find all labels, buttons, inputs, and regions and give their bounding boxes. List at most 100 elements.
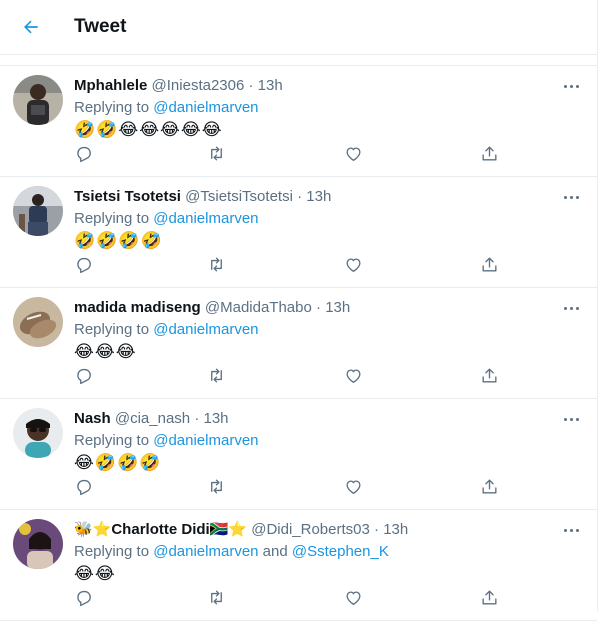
share-button[interactable] [480, 477, 500, 497]
comment-icon [77, 368, 91, 385]
tweet-text: 😂😂 [74, 564, 116, 584]
tweet-time[interactable]: 13h [325, 299, 350, 316]
like-button[interactable] [344, 366, 364, 386]
tweet-actions [74, 144, 504, 164]
mention-link[interactable]: @danielmarven [153, 321, 258, 338]
author-handle[interactable]: @Didi_Roberts03 [251, 521, 370, 538]
tweet-content: Tsietsi Tsotetsi @TsietsiTsotetsi · 13h … [74, 187, 557, 252]
mention-link[interactable]: @danielmarven [153, 99, 258, 116]
tweet-actions [74, 477, 504, 497]
tweet-text: 😂😂😂 [74, 342, 137, 362]
retweet-button[interactable] [207, 366, 227, 386]
heart-icon [346, 147, 361, 161]
mention-link[interactable]: @danielmarven [153, 543, 258, 560]
retweet-button[interactable] [207, 144, 227, 164]
more-button[interactable] [559, 411, 583, 427]
retweet-icon [211, 479, 222, 494]
author-name[interactable]: Tsietsi Tsotetsi [74, 188, 181, 205]
reply-button[interactable] [74, 144, 94, 164]
retweet-button[interactable] [207, 255, 227, 275]
tweet-time[interactable]: 13h [258, 77, 283, 94]
author-handle[interactable]: @TsietsiTsotetsi [185, 188, 293, 205]
like-button[interactable] [344, 588, 364, 608]
share-icon [482, 590, 497, 605]
share-button[interactable] [480, 366, 500, 386]
section-divider [0, 55, 597, 66]
reply-button[interactable] [74, 255, 94, 275]
share-button[interactable] [480, 144, 500, 164]
comment-icon [77, 257, 91, 274]
like-button[interactable] [344, 477, 364, 497]
replying-to: Replying to @danielmarven [74, 208, 557, 229]
tweet-text: 🤣🤣🤣🤣 [74, 231, 163, 251]
avatar[interactable] [13, 297, 63, 347]
separator-dot: · [248, 77, 254, 94]
avatar[interactable] [13, 186, 63, 236]
tweet-actions [74, 366, 504, 386]
separator-dot: · [297, 188, 303, 205]
tweet-header: Nash @cia_nash · 13h [74, 409, 557, 429]
replying-to-label: Replying to [74, 543, 154, 560]
retweet-button[interactable] [207, 588, 227, 608]
tweet-3[interactable]: madida madiseng @MadidaThabo · 13h Reply… [0, 288, 597, 399]
tweet-4[interactable]: Nash @cia_nash · 13h Replying to @daniel… [0, 399, 597, 510]
retweet-icon [211, 146, 222, 161]
author-name[interactable]: 🐝⭐Charlotte Didi🇿🇦⭐ [74, 521, 247, 538]
more-button[interactable] [559, 189, 583, 205]
separator-dot: · [194, 410, 200, 427]
tweet-5[interactable]: 🐝⭐Charlotte Didi🇿🇦⭐ @Didi_Roberts03 · 13… [0, 510, 597, 621]
tweet-time[interactable]: 13h [203, 410, 228, 427]
heart-icon [346, 591, 361, 605]
tweet-time[interactable]: 13h [306, 188, 331, 205]
share-icon [482, 146, 497, 161]
author-handle[interactable]: @Iniesta2306 [152, 77, 245, 94]
like-button[interactable] [344, 255, 364, 275]
tweet-header: Tsietsi Tsotetsi @TsietsiTsotetsi · 13h [74, 187, 557, 207]
tweet-2[interactable]: Tsietsi Tsotetsi @TsietsiTsotetsi · 13h … [0, 177, 597, 288]
author-name[interactable]: madida madiseng [74, 299, 201, 316]
reply-button[interactable] [74, 366, 94, 386]
author-handle[interactable]: @cia_nash [115, 410, 190, 427]
page-header: Tweet [0, 0, 597, 55]
replying-to-label: Replying to [74, 321, 154, 338]
heart-icon [346, 369, 361, 383]
mention-link[interactable]: @danielmarven [153, 432, 258, 449]
comment-icon [77, 590, 91, 607]
more-button[interactable] [559, 522, 583, 538]
like-button[interactable] [344, 144, 364, 164]
retweet-button[interactable] [207, 477, 227, 497]
reply-button[interactable] [74, 588, 94, 608]
back-button[interactable] [16, 12, 46, 42]
more-button[interactable] [559, 300, 583, 316]
avatar[interactable] [13, 75, 63, 125]
author-handle[interactable]: @MadidaThabo [205, 299, 312, 316]
share-button[interactable] [480, 255, 500, 275]
tweet-header: madida madiseng @MadidaThabo · 13h [74, 298, 557, 318]
share-icon [482, 368, 497, 383]
avatar[interactable] [13, 408, 63, 458]
retweet-icon [211, 368, 222, 383]
heart-icon [346, 258, 361, 272]
comment-icon [77, 146, 91, 163]
tweet-time[interactable]: 13h [383, 521, 408, 538]
share-button[interactable] [480, 588, 500, 608]
tweet-thread-page: Tweet Mphahlele @Iniesta2306 · 13h Reply… [0, 0, 598, 621]
mention-link-2[interactable]: @Sstephen_K [292, 543, 389, 560]
replying-to: Replying to @danielmarven [74, 319, 557, 340]
tweet-text: 🤣🤣😂😂😂😂😂 [74, 120, 223, 140]
more-button[interactable] [559, 78, 583, 94]
replying-to: Replying to @danielmarven and @Sstephen_… [74, 541, 557, 562]
tweet-text: 😂🤣🤣🤣 [74, 453, 162, 473]
tweet-1[interactable]: Mphahlele @Iniesta2306 · 13h Replying to… [0, 66, 597, 177]
share-icon [482, 479, 497, 494]
avatar[interactable] [13, 519, 63, 569]
separator-dot: · [316, 299, 322, 316]
replying-to-label: Replying to [74, 432, 154, 449]
reply-button[interactable] [74, 477, 94, 497]
comment-icon [77, 479, 91, 496]
separator-dot: · [374, 521, 380, 538]
replying-to-label: Replying to [74, 99, 154, 116]
author-name[interactable]: Nash [74, 410, 111, 427]
author-name[interactable]: Mphahlele [74, 77, 147, 94]
mention-link[interactable]: @danielmarven [153, 210, 258, 227]
